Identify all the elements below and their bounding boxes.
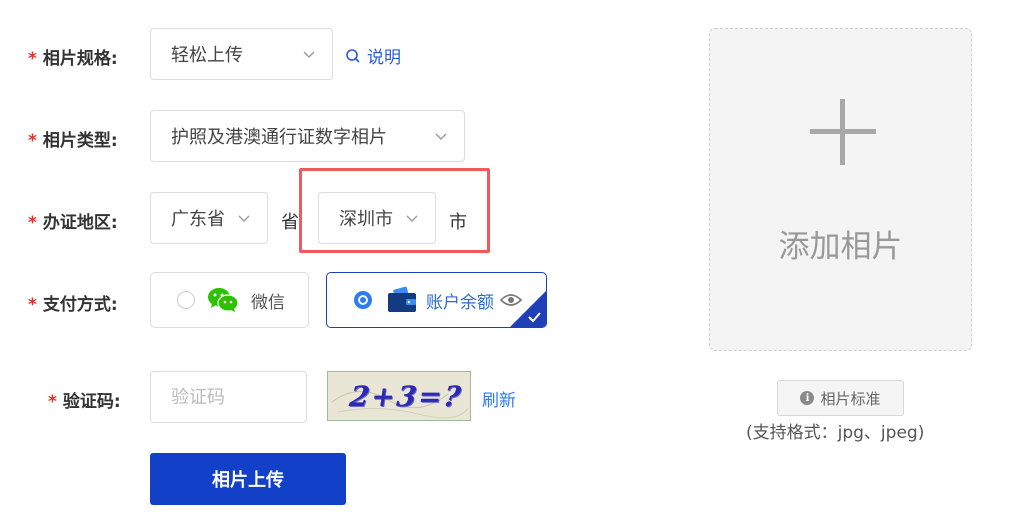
type-select[interactable]: 护照及港澳通行证数字相片 bbox=[150, 110, 465, 162]
spec-select[interactable]: 轻松上传 bbox=[150, 28, 333, 80]
info-icon: i bbox=[800, 391, 815, 405]
captcha-refresh-link[interactable]: 刷新 bbox=[482, 386, 516, 411]
captcha-text: 2+3=? bbox=[347, 380, 465, 413]
captcha-input[interactable] bbox=[150, 371, 307, 423]
captcha-image[interactable]: 2+3=? bbox=[327, 371, 471, 421]
payment-option-wechat[interactable]: 微信 bbox=[150, 272, 309, 328]
type-label: * 相片类型: bbox=[28, 131, 118, 151]
province-unit: 省 bbox=[281, 212, 299, 233]
province-select-value: 广东省 bbox=[171, 209, 225, 230]
city-unit: 市 bbox=[449, 212, 467, 233]
payment-option-label: 账户余额 bbox=[426, 292, 494, 313]
chevron-down-icon bbox=[303, 51, 315, 58]
spec-help-link[interactable]: 说明 bbox=[345, 43, 401, 68]
add-photo-text: 添加相片 bbox=[778, 229, 903, 265]
add-photo-area[interactable]: 添加相片 bbox=[709, 28, 972, 351]
province-select[interactable]: 广东省 bbox=[150, 192, 268, 244]
spec-select-value: 轻松上传 bbox=[171, 45, 243, 66]
type-select-value: 护照及港澳通行证数字相片 bbox=[171, 127, 387, 148]
payment-label: * 支付方式: bbox=[28, 295, 118, 315]
captcha-label: * 验证码: bbox=[48, 392, 121, 412]
wallet-icon bbox=[388, 286, 416, 312]
wechat-icon bbox=[208, 288, 239, 312]
chevron-down-icon bbox=[435, 133, 447, 140]
radio-balance[interactable] bbox=[354, 291, 372, 309]
plus-icon bbox=[810, 99, 876, 165]
chevron-down-icon bbox=[238, 215, 250, 222]
payment-option-balance[interactable]: 账户余额 bbox=[326, 272, 547, 328]
radio-wechat[interactable] bbox=[177, 291, 195, 309]
city-select-value: 深圳市 bbox=[339, 209, 393, 230]
checkmark-corner-icon bbox=[510, 291, 546, 327]
region-label: * 办证地区: bbox=[28, 213, 118, 233]
spec-label: * 相片规格: bbox=[28, 49, 118, 69]
chevron-down-icon bbox=[406, 215, 418, 222]
payment-option-label: 微信 bbox=[251, 292, 285, 313]
search-icon bbox=[346, 48, 360, 63]
photo-standard-button[interactable]: i 相片标准 bbox=[777, 380, 904, 416]
supported-formats-text: (支持格式：jpg、jpeg) bbox=[746, 423, 925, 443]
city-select[interactable]: 深圳市 bbox=[318, 192, 436, 244]
upload-photo-button[interactable]: 相片上传 bbox=[150, 453, 346, 505]
